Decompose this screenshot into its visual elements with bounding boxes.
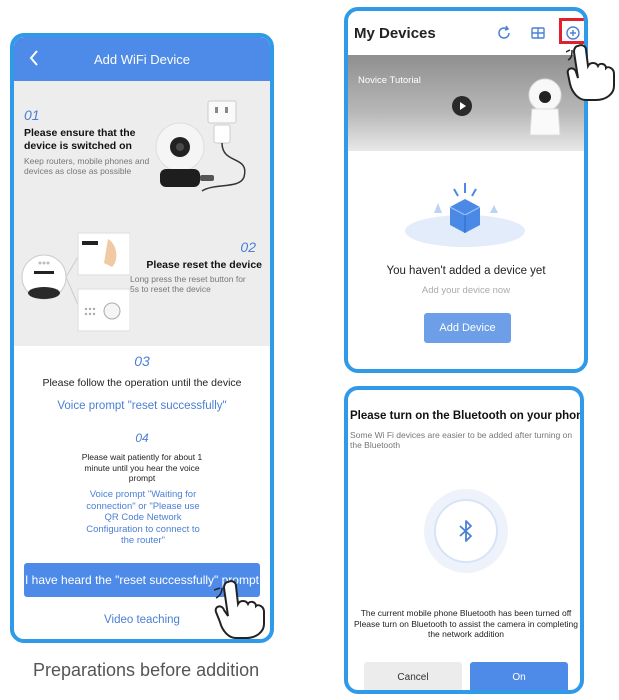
bluetooth-icon xyxy=(434,499,498,563)
step-3-text: Please follow the operation until the de… xyxy=(42,377,242,389)
banner-label: Novice Tutorial xyxy=(358,75,421,86)
step-1-title: Please ensure that the device is switche… xyxy=(24,127,136,152)
step-3-voice-prompt: Voice prompt "reset successfully" xyxy=(57,400,227,412)
step-3-number: 03 xyxy=(134,353,150,369)
bluetooth-message: The current mobile phone Bluetooth has b… xyxy=(354,608,578,639)
add-device-button[interactable]: Add Device xyxy=(424,313,511,343)
reset-illustration xyxy=(21,232,130,332)
pointing-hand-icon xyxy=(566,44,615,101)
play-icon[interactable] xyxy=(452,96,472,116)
bluetooth-dialog-screen: Please turn on the Bluetooth on your pho… xyxy=(344,386,584,694)
header-title: Add WiFi Device xyxy=(93,51,191,67)
step-4-number: 04 xyxy=(135,431,149,445)
turn-on-button[interactable]: On xyxy=(470,662,568,690)
empty-state-title: You haven't added a device yet xyxy=(386,265,546,277)
novice-tutorial-banner[interactable]: Novice Tutorial xyxy=(348,55,584,151)
step-4-voice-prompt: Voice prompt "Waiting for connection" or… xyxy=(86,489,200,546)
pointing-hand-icon xyxy=(214,580,265,639)
caption: Preparations before addition xyxy=(33,660,260,680)
step-2-title: Please reset the device xyxy=(146,259,262,271)
instruction-panel: 01 Please ensure that the device is swit… xyxy=(14,81,270,346)
empty-state-subtitle: Add your device now xyxy=(421,285,511,296)
page-title: My Devices xyxy=(354,24,436,42)
refresh-icon[interactable] xyxy=(496,25,512,41)
step-4-text: Please wait patiently for about 1 minute… xyxy=(81,452,203,483)
empty-box-illustration xyxy=(405,183,525,247)
step-1-description: Keep routers, mobile phones and devices … xyxy=(24,156,150,176)
app-header: Add WiFi Device xyxy=(14,37,270,81)
devices-header: My Devices xyxy=(348,11,584,55)
step-1-number: 01 xyxy=(24,107,40,123)
camera-power-illustration xyxy=(155,100,246,192)
grid-icon[interactable] xyxy=(530,25,546,41)
step-2-number: 02 xyxy=(240,239,256,255)
dialog-title: Please turn on the Bluetooth on your pho… xyxy=(350,410,584,422)
highlight-box xyxy=(559,18,584,44)
back-icon[interactable] xyxy=(24,48,44,68)
cancel-button[interactable]: Cancel xyxy=(364,662,462,690)
my-devices-screen: My Devices Novice Tutorial You haven't a… xyxy=(344,7,588,373)
step-2-description: Long press the reset button for 5s to re… xyxy=(130,274,246,294)
dialog-subtitle: Some Wi Fi devices are easier to be adde… xyxy=(350,430,573,450)
add-wifi-screen: Add WiFi Device 01 Please ensure that th… xyxy=(10,33,274,643)
camera-illustration xyxy=(528,78,562,136)
